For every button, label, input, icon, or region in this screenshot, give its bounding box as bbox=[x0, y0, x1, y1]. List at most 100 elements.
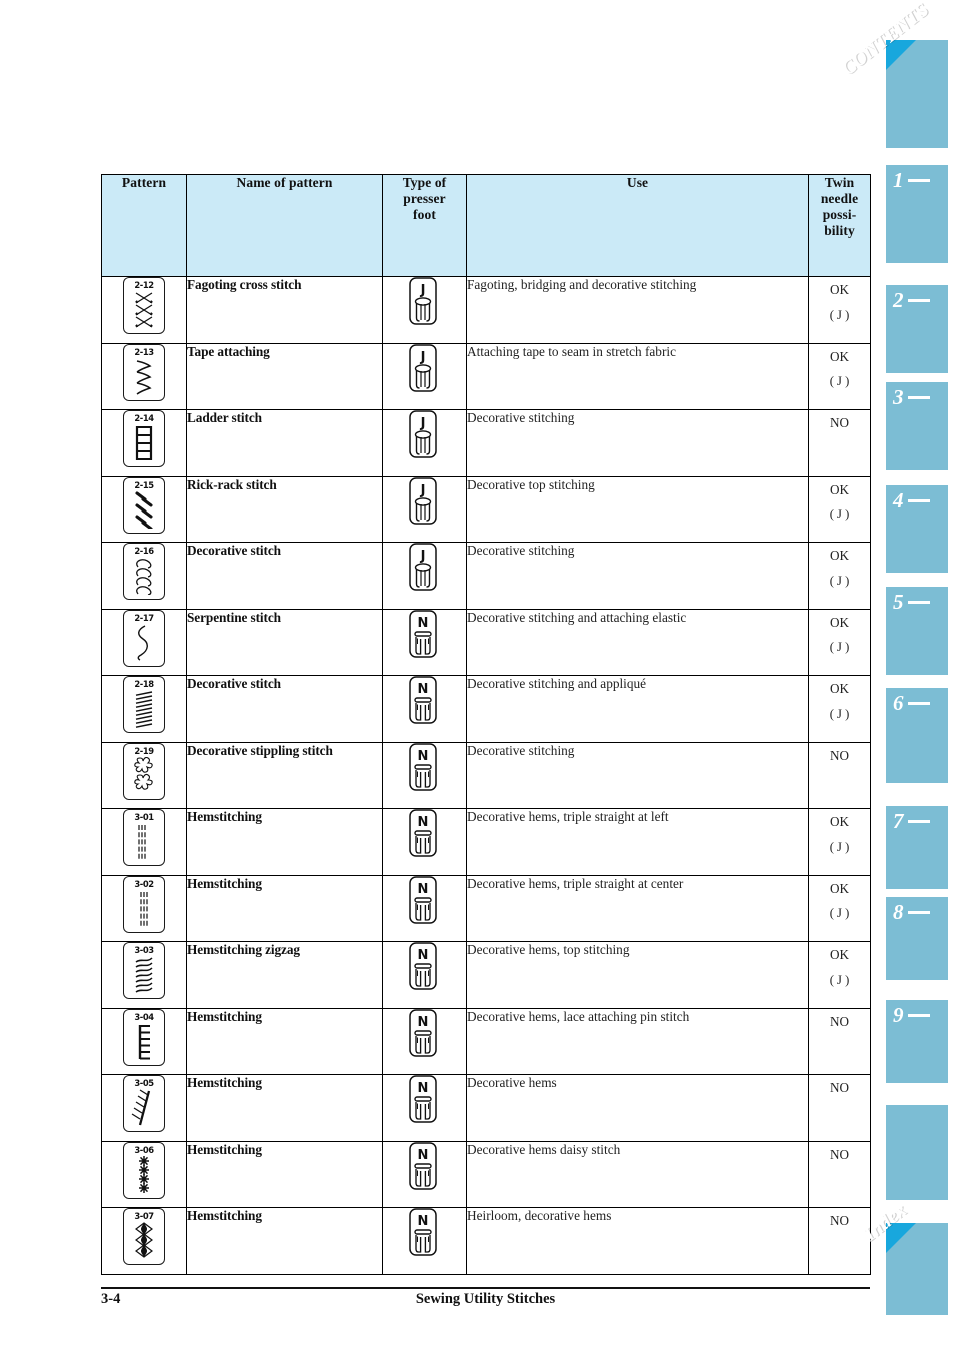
twin-needle-foot: ( J ) bbox=[829, 706, 850, 721]
twin-needle-cell: OK ( J ) bbox=[808, 276, 871, 344]
table-row: 2-13 Tape attaching J Attaching tape to sea… bbox=[101, 342, 871, 410]
stitch-art-diamond-eye-icon bbox=[124, 1222, 164, 1262]
svg-text:N: N bbox=[417, 948, 428, 963]
pattern-name: Hemstitching bbox=[186, 1007, 383, 1075]
table-body: 2-12 Fagoting cross stitch J Fagoting, brid… bbox=[101, 276, 871, 1275]
presser-foot-header-line2: presser bbox=[403, 190, 446, 206]
stitch-art-daisy-icon bbox=[124, 1155, 164, 1196]
twin-needle-value: OK bbox=[829, 548, 850, 563]
presser-foot-j-icon: J bbox=[406, 543, 444, 595]
sidebar-tab-index[interactable]: Index bbox=[860, 1200, 948, 1315]
table-row: 2-17 Serpentine stitch N Decorative stitchi… bbox=[101, 608, 871, 676]
pattern-code: 3-05 bbox=[134, 1078, 154, 1088]
pattern-name: Hemstitching bbox=[186, 1140, 383, 1208]
pattern-chip: 3-02 bbox=[123, 875, 165, 933]
stitch-art-ladder-icon bbox=[124, 424, 164, 464]
pattern-code: 2-18 bbox=[134, 679, 154, 689]
pattern-cell: 2-15 bbox=[101, 475, 187, 543]
stitch-art-dense-zigzag-icon bbox=[124, 690, 164, 730]
tab-number: 7 bbox=[893, 809, 930, 834]
twin-needle-value: OK bbox=[829, 282, 850, 297]
pattern-cell: 2-12 bbox=[101, 276, 187, 344]
pattern-code: 3-03 bbox=[134, 945, 154, 955]
pattern-code: 2-16 bbox=[134, 546, 154, 556]
tab-number: 4 bbox=[893, 488, 930, 513]
pattern-name: Ladder stitch bbox=[186, 409, 383, 477]
tab-number: 1 bbox=[893, 168, 930, 193]
presser-foot-cell: J bbox=[382, 542, 467, 610]
pattern-code: 2-19 bbox=[134, 745, 154, 756]
pattern-chip: 3-07 bbox=[123, 1208, 165, 1265]
tab-dash-icon bbox=[907, 820, 930, 824]
presser-foot-cell: J bbox=[382, 342, 467, 410]
pattern-cell: 3-07 bbox=[101, 1207, 187, 1275]
pattern-code: 2-13 bbox=[134, 346, 154, 357]
stitch-table-container: Pattern Name of pattern Type of presser … bbox=[101, 174, 871, 1275]
use-description: Heirloom, decorative hems bbox=[466, 1207, 809, 1275]
column-header-use: Use bbox=[466, 174, 809, 277]
sidebar-tab-4[interactable]: 4ABC bbox=[886, 485, 948, 573]
use-description: Decorative hems, triple straight at cent… bbox=[466, 874, 809, 942]
pattern-name: Hemstitching bbox=[186, 1074, 383, 1142]
presser-foot-cell: N bbox=[382, 874, 467, 942]
stitch-art-comb-icon bbox=[124, 1023, 164, 1063]
pattern-chip: 3-01 bbox=[123, 809, 165, 866]
svg-text:N: N bbox=[417, 1015, 428, 1030]
pattern-cell: 3-04 bbox=[101, 1007, 187, 1075]
use-description: Decorative stitching bbox=[466, 542, 809, 610]
sidebar-tab-5[interactable]: 5 bbox=[886, 587, 948, 675]
pattern-chip: 2-17 bbox=[123, 609, 165, 667]
pattern-name: Fagoting cross stitch bbox=[186, 276, 383, 344]
presser-foot-n-icon: N bbox=[406, 1075, 444, 1127]
sidebar-tab-6[interactable]: 6B bbox=[886, 688, 948, 783]
sidebar-tab-8[interactable]: 8 bbox=[886, 897, 948, 980]
presser-foot-cell: N bbox=[382, 675, 467, 743]
twin-needle-cell: OK ( J ) bbox=[808, 675, 871, 743]
presser-foot-j-icon: J bbox=[406, 277, 444, 329]
pattern-cell: 3-02 bbox=[101, 874, 187, 942]
twin-needle-cell: OK ( J ) bbox=[808, 941, 871, 1009]
pattern-chip: 3-04 bbox=[123, 1008, 165, 1066]
pattern-name: Serpentine stitch bbox=[186, 608, 383, 676]
stitch-art-feather-icon bbox=[124, 1089, 164, 1129]
sidebar-tab-1[interactable]: 1 bbox=[886, 165, 948, 263]
sidebar-tab-contents[interactable]: CONTENTS bbox=[838, 0, 948, 148]
pattern-code: 2-15 bbox=[134, 479, 154, 490]
twin-needle-value: NO bbox=[829, 415, 850, 430]
column-header-name: Name of pattern bbox=[186, 174, 383, 277]
svg-text:N: N bbox=[417, 616, 428, 631]
twin-needle-value: NO bbox=[829, 1146, 850, 1162]
presser-foot-header-line1: Type of bbox=[402, 175, 447, 190]
sidebar-tab-pages[interactable] bbox=[886, 1105, 948, 1200]
stitch-art-stippling-icon bbox=[124, 756, 164, 797]
tab-dash-icon bbox=[907, 299, 930, 303]
pattern-code: 3-07 bbox=[134, 1211, 154, 1221]
pattern-chip: 2-16 bbox=[123, 543, 165, 600]
presser-foot-cell: J bbox=[382, 276, 467, 344]
presser-foot-n-icon: N bbox=[406, 1208, 444, 1260]
sidebar-tab-2[interactable]: 2 bbox=[886, 285, 948, 373]
twin-needle-foot: ( J ) bbox=[829, 906, 850, 921]
table-row: 2-19 Decorative stippling stitch N Decorati… bbox=[101, 741, 871, 809]
presser-foot-n-icon: N bbox=[406, 609, 444, 662]
pattern-chip: 2-14 bbox=[123, 410, 165, 467]
sidebar-tab-7[interactable]: 7 bbox=[886, 806, 948, 889]
twin-needle-cell: OK ( J ) bbox=[808, 475, 871, 543]
presser-foot-n-icon: N bbox=[406, 809, 444, 861]
sidebar-tab-9[interactable]: 9?! bbox=[886, 1000, 948, 1083]
sidebar-tab-3[interactable]: 3 bbox=[886, 382, 948, 470]
svg-text:J: J bbox=[419, 350, 425, 365]
svg-text:N: N bbox=[417, 1214, 428, 1229]
svg-text:J: J bbox=[419, 549, 425, 564]
twin-needle-value: OK bbox=[829, 880, 850, 896]
twin-header-line1: Twin bbox=[824, 175, 855, 190]
footer-divider bbox=[101, 1287, 870, 1289]
twin-needle-value: NO bbox=[829, 1213, 850, 1228]
use-description: Decorative hems bbox=[466, 1074, 809, 1142]
pattern-code: 3-06 bbox=[134, 1144, 154, 1155]
pattern-name: Decorative stippling stitch bbox=[186, 741, 383, 809]
presser-foot-cell: N bbox=[382, 1007, 467, 1075]
stitch-art-cross-stitch-icon bbox=[124, 291, 164, 331]
pattern-code: 3-01 bbox=[134, 812, 154, 822]
pattern-name: Hemstitching bbox=[186, 874, 383, 942]
